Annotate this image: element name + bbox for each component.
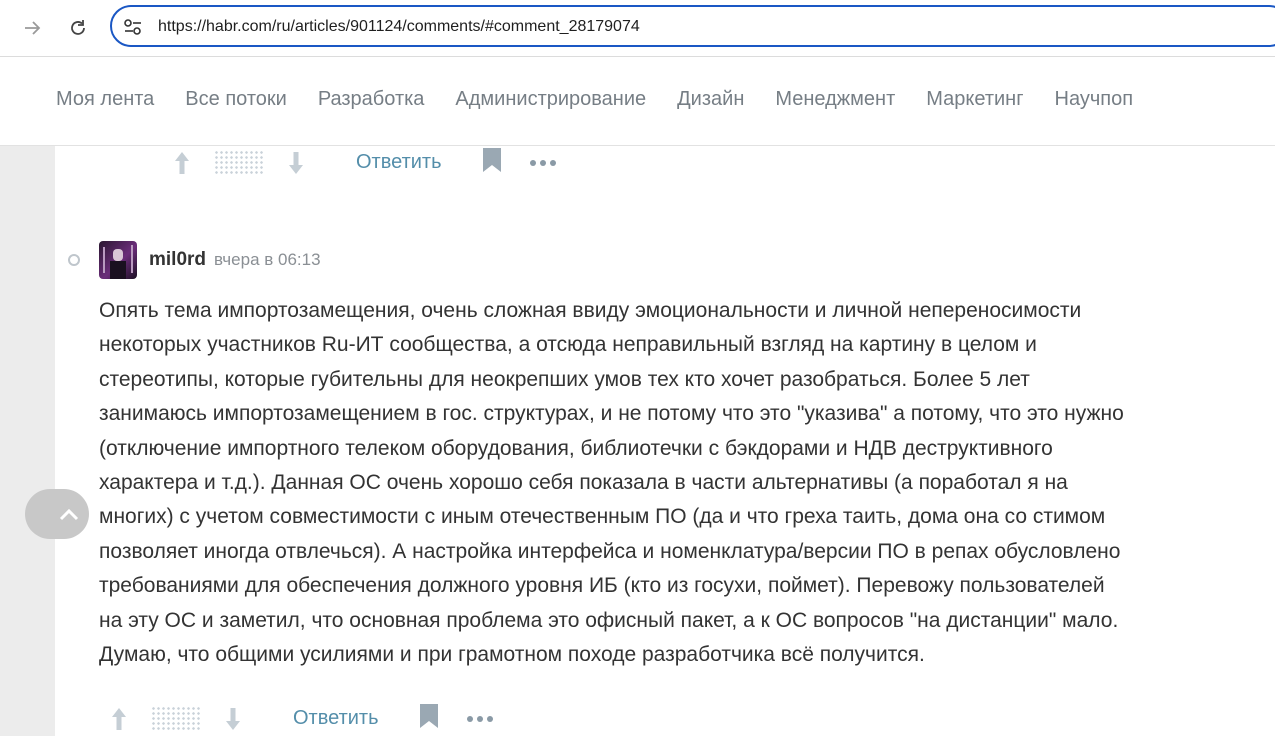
forward-arrow-icon[interactable] — [19, 14, 47, 42]
site-nav: Моя лента Все потоки Разработка Администрир… — [0, 57, 1275, 146]
downvote-arrow-icon[interactable] — [223, 706, 243, 732]
comment-line: многих) с учетом совместимости с иным от… — [99, 505, 1106, 529]
url-text[interactable]: https://habr.com/ru/articles/901124/comm… — [158, 18, 640, 36]
bookmark-icon[interactable] — [419, 703, 439, 734]
comment-line: позволяет иногда отвлечься). А настройка… — [99, 539, 1121, 563]
comment-line: занимаюсь импортозамещением в гос. струк… — [99, 402, 1124, 426]
comment-actions: Ответить — [109, 703, 493, 734]
comment-header: mil0rd вчера в 06:13 — [99, 241, 321, 279]
comment-line: на эту ОС и заметил, что основная пробле… — [99, 608, 1119, 632]
reload-icon[interactable] — [64, 14, 92, 42]
nav-item[interactable]: Дизайн — [677, 88, 744, 111]
comment-time[interactable]: вчера в 06:13 — [214, 250, 321, 270]
comments-area: Ответить mil0rd вчера в 06:13 Опять тема… — [25, 146, 1275, 736]
nav-item[interactable]: Администрирование — [455, 88, 646, 111]
avatar[interactable] — [99, 241, 137, 279]
more-dots-icon[interactable] — [466, 715, 493, 722]
comment-line: стереотипы, которые губительны для неокр… — [99, 367, 1030, 391]
comment-line: Опять тема импортозамещения, очень сложн… — [99, 299, 1082, 322]
browser-toolbar: https://habr.com/ru/articles/901124/comm… — [0, 0, 1275, 57]
nav-item[interactable]: Маркетинг — [926, 88, 1023, 111]
nav-item[interactable]: Разработка — [318, 88, 425, 111]
left-gutter — [0, 146, 55, 736]
address-bar[interactable]: https://habr.com/ru/articles/901124/comm… — [110, 5, 1275, 47]
nav-list: Моя лента Все потоки Разработка Администрир… — [56, 88, 1164, 111]
comment-thread-bullet — [68, 254, 80, 266]
comment-line: некоторых участников Ru-ИТ сообщества, а… — [99, 333, 1037, 357]
chevron-up-icon — [59, 508, 79, 521]
downvote-arrow-icon[interactable] — [286, 150, 306, 176]
upvote-arrow-icon[interactable] — [172, 150, 192, 176]
reply-button[interactable]: Ответить — [293, 707, 379, 730]
site-settings-icon[interactable] — [123, 18, 143, 36]
comment-line: Думаю, что общими усилиями и при грамотн… — [99, 643, 925, 667]
upvote-arrow-icon[interactable] — [109, 706, 129, 732]
scroll-top-button[interactable] — [25, 489, 89, 539]
nav-item[interactable]: Менеджмент — [775, 88, 895, 111]
score-hidden — [214, 149, 264, 176]
comment-line: характера и т.д.). Данная ОС очень хорош… — [99, 471, 1068, 495]
reply-button[interactable]: Ответить — [356, 151, 442, 174]
comment-body: Опять тема импортозамещения, очень сложн… — [99, 294, 1259, 672]
comment-line: (отключение импортного телеком оборудова… — [99, 436, 1053, 460]
nav-item[interactable]: Все потоки — [185, 88, 287, 111]
comment-line: требованиями для обеспечения должного ур… — [99, 574, 1105, 598]
comment-author[interactable]: mil0rd — [149, 249, 206, 271]
score-hidden — [151, 705, 201, 732]
more-dots-icon[interactable] — [529, 159, 556, 166]
bookmark-icon[interactable] — [482, 147, 502, 178]
prev-comment-actions: Ответить — [172, 147, 556, 178]
nav-item[interactable]: Моя лента — [56, 88, 154, 111]
nav-item[interactable]: Научпоп — [1055, 88, 1134, 111]
